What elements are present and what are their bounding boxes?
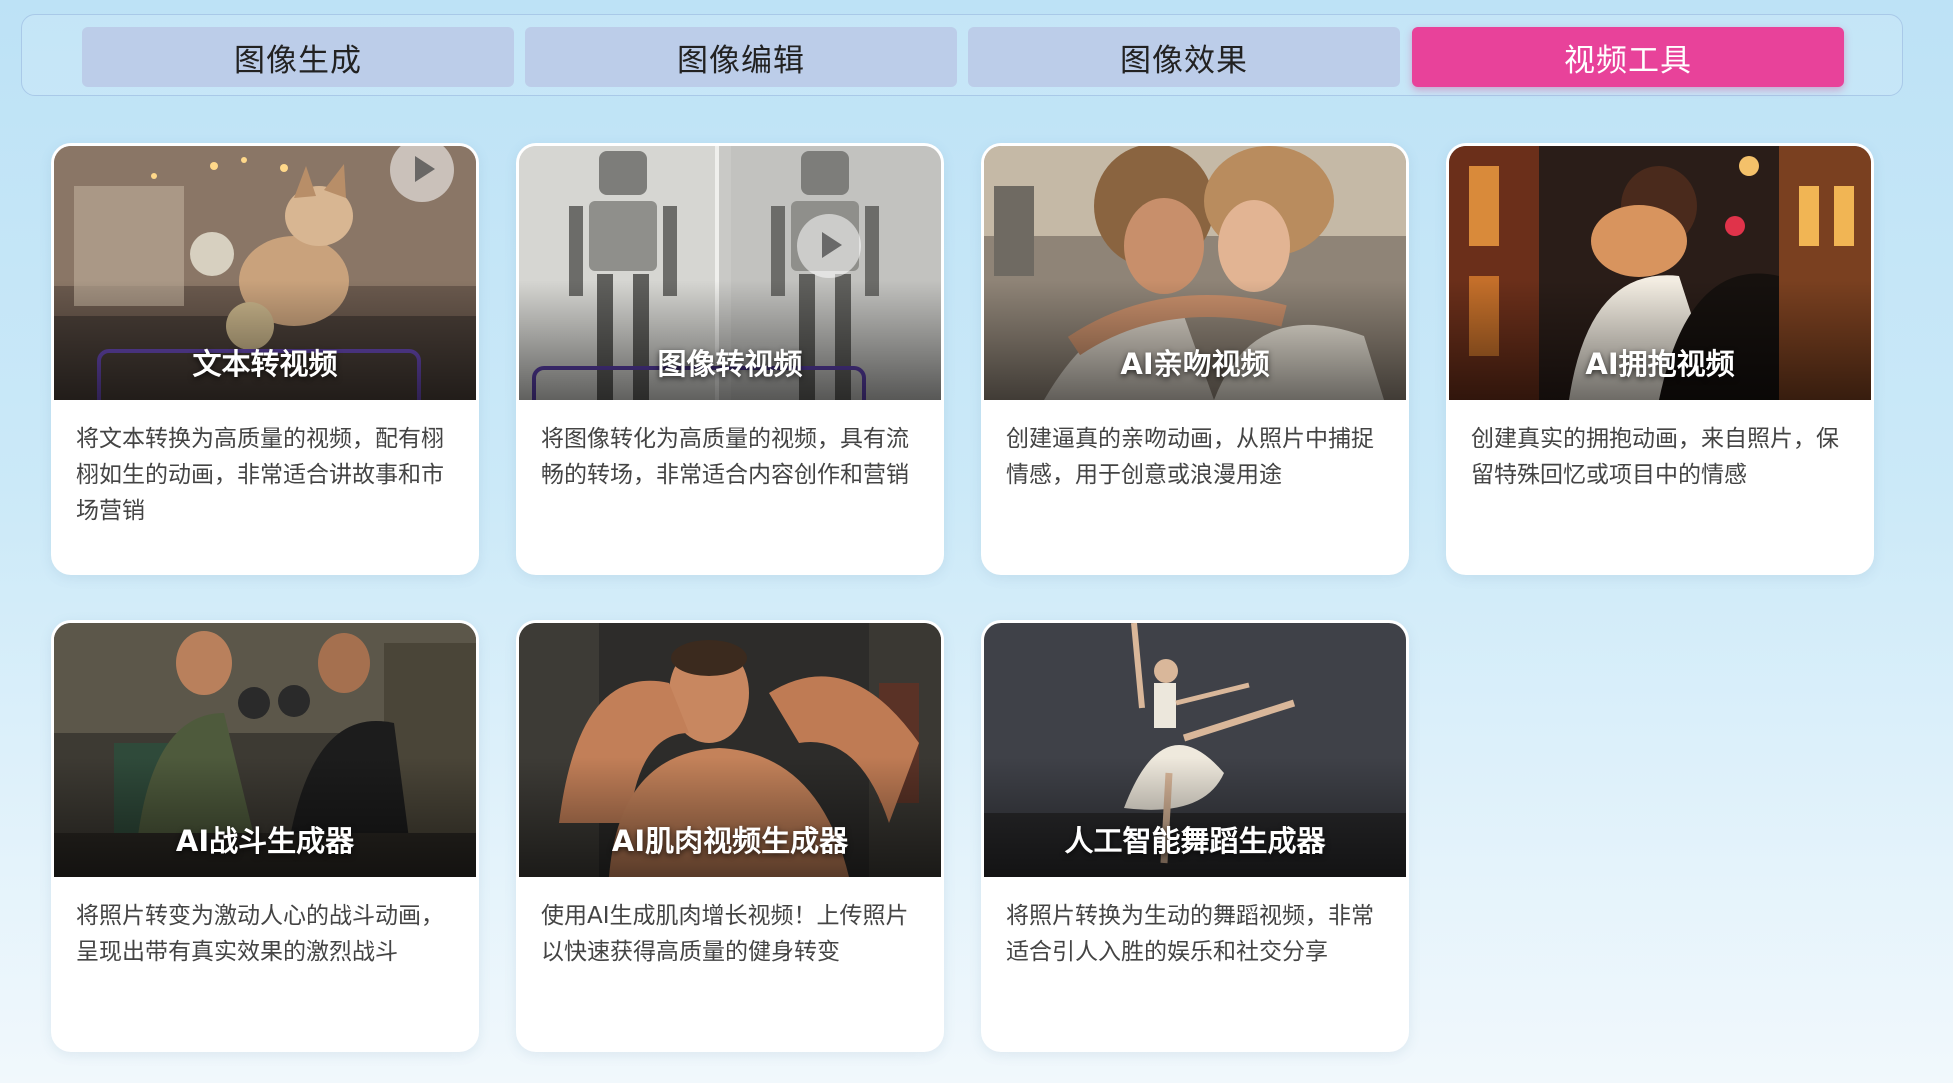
card-title: AI肌肉视频生成器 [611,824,849,858]
card-title: 人工智能舞蹈生成器 [1064,824,1326,858]
card-title: AI战斗生成器 [175,824,355,858]
card-title: 图像转视频 [657,347,803,381]
card-title: 文本转视频 [192,347,338,381]
card-title: AI亲吻视频 [1120,347,1270,381]
tool-card-ai-fight-generator[interactable]: AI战斗生成器 将照片转变为激动人心的战斗动画，呈现出带有真实效果的激烈战斗 [51,620,479,1052]
card-description: 将照片转换为生动的舞蹈视频，非常适合引人入胜的娱乐和社交分享 [1006,903,1374,965]
card-description: 创建真实的拥抱动画，来自照片，保留特殊回忆或项目中的情感 [1471,426,1839,488]
tool-card-ai-dance-generator[interactable]: 人工智能舞蹈生成器 将照片转换为生动的舞蹈视频，非常适合引人入胜的娱乐和社交分享 [981,620,1409,1052]
tab-image-editing[interactable]: 图像编辑 [525,27,957,87]
card-description: 将图像转化为高质量的视频，具有流畅的转场，非常适合内容创作和营销 [541,426,909,488]
card-description: 将照片转变为激动人心的战斗动画，呈现出带有真实效果的激烈战斗 [76,903,444,965]
tool-card-ai-hug-video[interactable]: AI拥抱视频 创建真实的拥抱动画，来自照片，保留特殊回忆或项目中的情感 [1446,143,1874,575]
card-description: 使用AI生成肌肉增长视频！上传照片以快速获得高质量的健身转变 [541,903,909,965]
card-description: 将文本转换为高质量的视频，配有栩栩如生的动画，非常适合讲故事和市场营销 [76,426,444,524]
tool-card-text-to-video[interactable]: 文本转视频 将文本转换为高质量的视频，配有栩栩如生的动画，非常适合讲故事和市场营… [51,143,479,575]
tool-card-ai-kiss-video[interactable]: AI亲吻视频 创建逼真的亲吻动画，从照片中捕捉情感，用于创意或浪漫用途 [981,143,1409,575]
tool-card-image-to-video[interactable]: 图像转视频 将图像转化为高质量的视频，具有流畅的转场，非常适合内容创作和营销 [516,143,944,575]
tab-image-effects[interactable]: 图像效果 [968,27,1400,87]
tool-card-ai-muscle-video-generator[interactable]: AI肌肉视频生成器 使用AI生成肌肉增长视频！上传照片以快速获得高质量的健身转变 [516,620,944,1052]
card-title: AI拥抱视频 [1585,347,1735,381]
tab-image-generation[interactable]: 图像生成 [82,27,514,87]
card-description: 创建逼真的亲吻动画，从照片中捕捉情感，用于创意或浪漫用途 [1006,426,1374,488]
tab-video-tools[interactable]: 视频工具 [1412,27,1844,87]
tool-category-tabbar: 图像生成 图像编辑 图像效果 视频工具 [21,14,1903,96]
play-icon [797,214,861,278]
